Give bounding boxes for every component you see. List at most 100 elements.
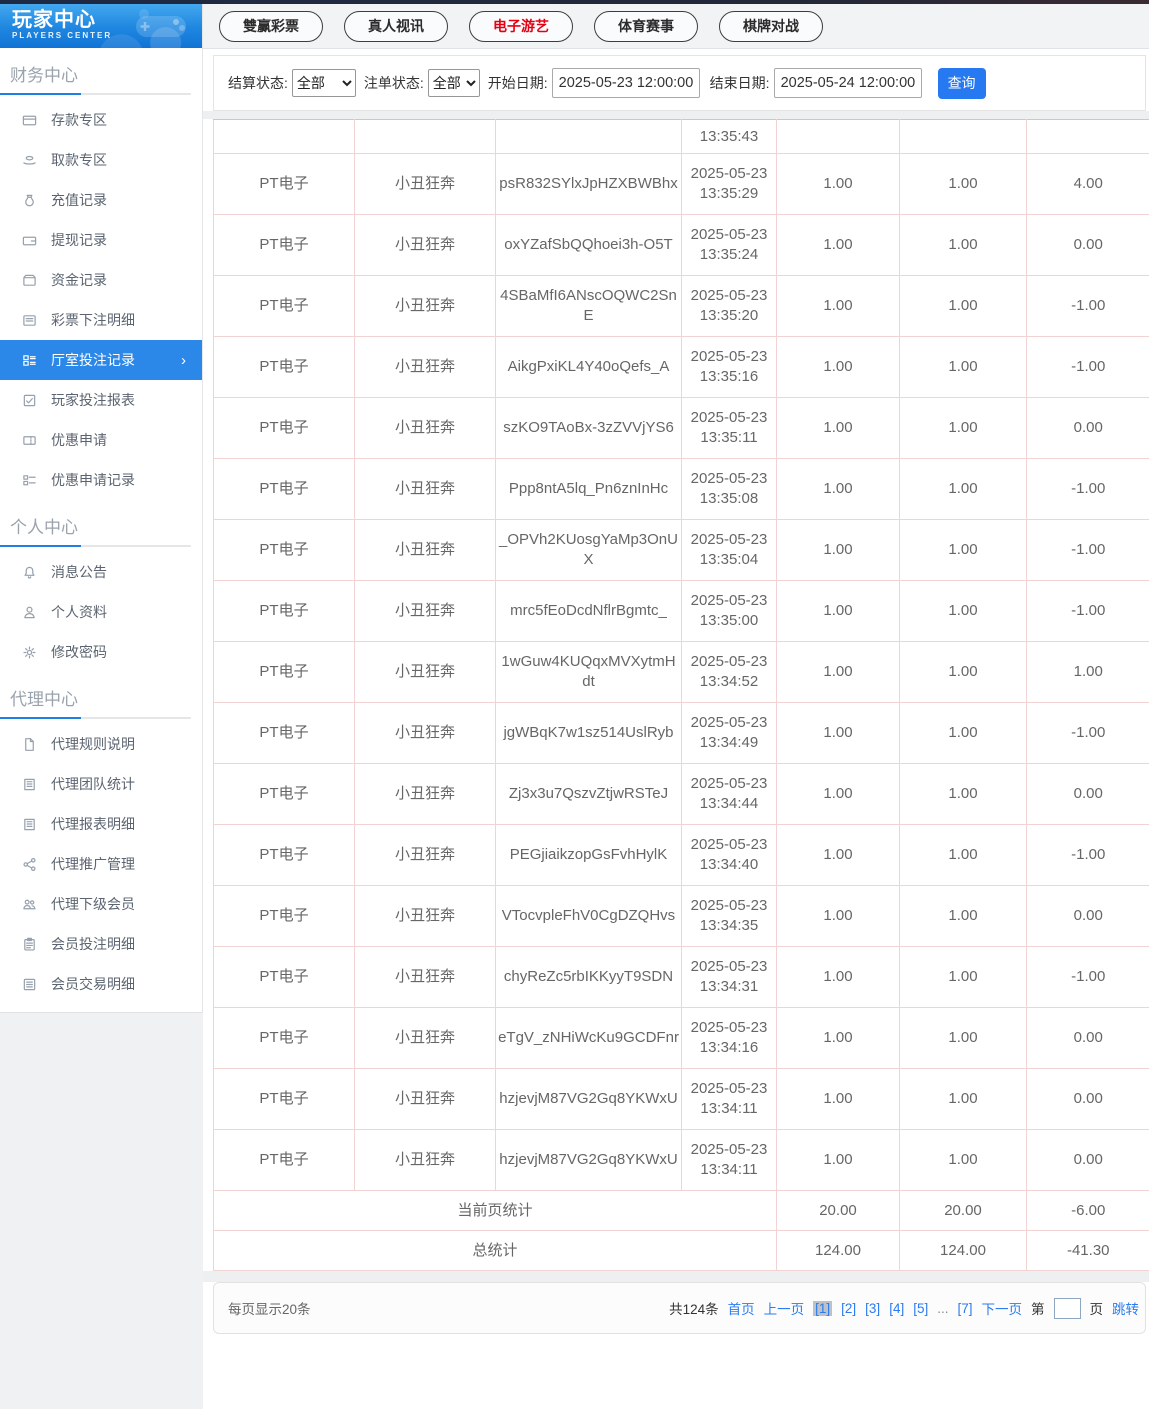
bet-time-cell: 13:35:43 bbox=[681, 119, 777, 154]
end-date-input[interactable] bbox=[773, 68, 922, 98]
sidebar-item-lottery-bet-details[interactable]: 彩票下注明细 bbox=[0, 300, 202, 340]
bet-id-cell: AikgPxiKL4Y40oQefs_A bbox=[495, 336, 682, 398]
settle-status-select[interactable]: 全部 bbox=[291, 69, 356, 97]
pagination-bar: 每页显示20条 共124条 首页 上一页 [1] [2] [3] [4] [5]...[… bbox=[213, 1282, 1146, 1334]
valid-amount-cell: 20.00 bbox=[899, 1190, 1027, 1231]
sidebar-item-agent-report-details[interactable]: 代理报表明细 bbox=[0, 804, 202, 844]
sidebar-item-withdraw-zone[interactable]: 取款专区 bbox=[0, 140, 202, 180]
table-row: PT电子 小丑狂奔 psR832SYlxJpHZXBWBhx 2025-05-23 13… bbox=[213, 153, 1149, 215]
valid-amount-cell: 1.00 bbox=[899, 824, 1027, 886]
bet-time-cell: 2025-05-23 13:35:00 bbox=[681, 580, 777, 642]
table-row: PT电子 小丑狂奔 mrc5fEoDcdNflrBgmtc_ 2025-05-23 13… bbox=[213, 580, 1149, 642]
first-page-link[interactable]: 首页 bbox=[728, 1298, 755, 1318]
settle-status-label: 结算状态: bbox=[228, 75, 288, 91]
bet-time: 13:35:11 bbox=[700, 429, 758, 446]
bet-time-cell: 2025-05-23 13:34:52 bbox=[681, 641, 777, 703]
sidebar-item-agent-team-stats[interactable]: 代理团队统计 bbox=[0, 764, 202, 804]
bet-date: 2025-05-23 bbox=[690, 775, 768, 792]
sidebar-item-label: 会员交易明细 bbox=[51, 976, 135, 992]
win-loss-cell: 0.00 bbox=[1026, 214, 1149, 276]
game-type-cell: PT电子 bbox=[213, 702, 355, 764]
bet-date: 2025-05-23 bbox=[690, 1019, 768, 1036]
bet-amount-cell: 1.00 bbox=[776, 214, 900, 276]
page-link[interactable]: [2] bbox=[841, 1301, 856, 1316]
bet-time-cell: 2025-05-23 13:34:16 bbox=[681, 1007, 777, 1069]
tab-sports[interactable]: 体育赛事 bbox=[594, 10, 698, 42]
table-row: PT电子 小丑狂奔 hzjevjM87VG2Gq8YKWxU 2025-05-23 13… bbox=[213, 1129, 1149, 1191]
next-page-link[interactable]: 下一页 bbox=[982, 1298, 1023, 1318]
page-link[interactable]: [4] bbox=[889, 1301, 904, 1316]
sidebar-item-label: 代理报表明细 bbox=[51, 816, 135, 832]
separator-band bbox=[203, 1271, 1149, 1282]
bet-id-cell: szKO9TAoBx-3zZVVjYS6 bbox=[495, 397, 682, 459]
win-loss-cell: -6.00 bbox=[1026, 1190, 1149, 1231]
tab-electronic-games[interactable]: 电子游艺 bbox=[469, 10, 573, 42]
table-row: PT电子 小丑狂奔 eTgV_zNHiWcKu9GCDFnr 2025-05-23 13… bbox=[213, 1007, 1149, 1069]
bet-id-cell: psR832SYlxJpHZXBWBhx bbox=[495, 153, 682, 215]
sidebar-item-agent-promotion[interactable]: 代理推广管理 bbox=[0, 844, 202, 884]
valid-amount-cell bbox=[899, 119, 1027, 154]
sidebar-item-profile[interactable]: 个人资料 bbox=[0, 592, 202, 632]
bet-amount-cell: 1.00 bbox=[776, 1068, 900, 1130]
lottery-list-icon bbox=[20, 313, 38, 328]
sidebar-item-label: 取款专区 bbox=[51, 152, 107, 168]
coupon-record-icon bbox=[20, 473, 38, 488]
bet-date: 2025-05-23 bbox=[690, 348, 768, 365]
summary-row: 当前页统计 20.00 20.00 -6.00 bbox=[213, 1190, 1149, 1231]
page-link[interactable]: [5] bbox=[913, 1301, 928, 1316]
order-status-select[interactable]: 全部 bbox=[427, 69, 480, 97]
tab-live-video[interactable]: 真人视讯 bbox=[344, 10, 448, 42]
page-link[interactable]: [7] bbox=[957, 1301, 972, 1316]
game-name-cell: 小丑狂奔 bbox=[354, 519, 496, 581]
bet-date: 2025-05-23 bbox=[690, 653, 768, 670]
page-link[interactable]: [3] bbox=[865, 1301, 880, 1316]
game-type-cell: PT电子 bbox=[213, 1007, 355, 1069]
win-loss-cell: -1.00 bbox=[1026, 946, 1149, 1008]
prev-page-link[interactable]: 上一页 bbox=[764, 1298, 805, 1318]
game-type-cell: PT电子 bbox=[213, 763, 355, 825]
sidebar-item-member-bet-details[interactable]: 会员投注明细 bbox=[0, 924, 202, 964]
sidebar-item-recharge-records[interactable]: 充值记录 bbox=[0, 180, 202, 220]
separator-band bbox=[203, 111, 1149, 119]
sidebar-item-label: 优惠申请 bbox=[51, 432, 107, 448]
sidebar-item-agent-rules[interactable]: 代理规则说明 bbox=[0, 724, 202, 764]
sidebar-item-label: 代理下级会员 bbox=[51, 896, 135, 912]
valid-amount-cell: 1.00 bbox=[899, 275, 1027, 337]
sidebar-item-funds-records[interactable]: 资金记录 bbox=[0, 260, 202, 300]
game-type-cell: PT电子 bbox=[213, 885, 355, 947]
sidebar: 玩家中心 PLAYERS CENTER 财务中心 存款专区 取款专区 充值记录 提现记录… bbox=[0, 4, 203, 1013]
bet-id-cell: eTgV_zNHiWcKu9GCDFnr bbox=[495, 1007, 682, 1069]
bet-time-cell: 2025-05-23 13:35:20 bbox=[681, 275, 777, 337]
game-type-cell: PT电子 bbox=[213, 336, 355, 398]
share-icon bbox=[20, 857, 38, 872]
sidebar-item-messages[interactable]: 消息公告 bbox=[0, 552, 202, 592]
doc-icon bbox=[20, 737, 38, 752]
jump-button[interactable]: 跳转 bbox=[1112, 1298, 1139, 1318]
jump-page-input[interactable] bbox=[1053, 1297, 1081, 1319]
sidebar-item-player-bet-report[interactable]: 玩家投注报表 bbox=[0, 380, 202, 420]
sidebar-item-deposit-zone[interactable]: 存款专区 bbox=[0, 100, 202, 140]
page-link[interactable]: [1] bbox=[813, 1300, 833, 1316]
bell-icon bbox=[20, 565, 38, 580]
sidebar-item-promo-apply[interactable]: 优惠申请 bbox=[0, 420, 202, 460]
bet-id-cell: PEGjiaikzopGsFvhHylK bbox=[495, 824, 682, 886]
bet-time-cell: 2025-05-23 13:35:29 bbox=[681, 153, 777, 215]
sidebar-item-member-trade-details[interactable]: 会员交易明细 bbox=[0, 964, 202, 1004]
sidebar-item-agent-sub-members[interactable]: 代理下级会员 bbox=[0, 884, 202, 924]
bet-id-cell: chyReZc5rbIKKyyT9SDN bbox=[495, 946, 682, 1008]
tab-board-games[interactable]: 棋牌对战 bbox=[719, 10, 823, 42]
win-loss-cell: 4.00 bbox=[1026, 153, 1149, 215]
sidebar-item-change-password[interactable]: 修改密码 bbox=[0, 632, 202, 672]
chevron-right-icon: › bbox=[181, 351, 186, 369]
search-button[interactable]: 查询 bbox=[937, 67, 986, 99]
bet-time-cell: 2025-05-23 13:34:11 bbox=[681, 1129, 777, 1191]
sidebar-item-promo-apply-records[interactable]: 优惠申请记录 bbox=[0, 460, 202, 500]
game-type-cell: PT电子 bbox=[213, 519, 355, 581]
start-date-input[interactable] bbox=[551, 68, 700, 98]
sidebar-item-withdraw-records[interactable]: 提现记录 bbox=[0, 220, 202, 260]
summary-label-cell: 总统计 bbox=[213, 1230, 777, 1271]
sidebar-item-hall-bet-records[interactable]: 厅室投注记录 › bbox=[0, 340, 202, 380]
tab-lottery[interactable]: 雙赢彩票 bbox=[219, 10, 323, 42]
ledger-icon bbox=[20, 977, 38, 992]
game-type-cell: PT电子 bbox=[213, 641, 355, 703]
